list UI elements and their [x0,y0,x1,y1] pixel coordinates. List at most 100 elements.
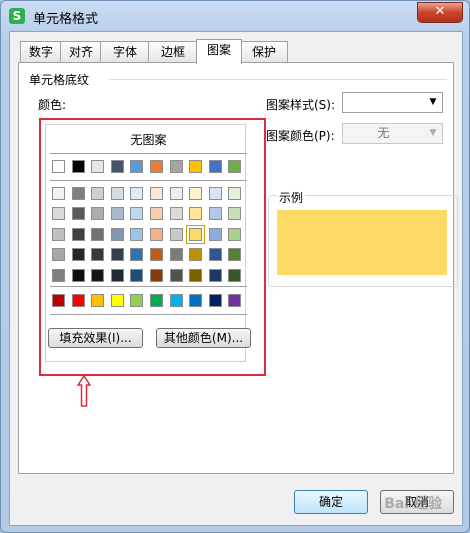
color-swatch[interactable] [72,207,85,220]
tab-number[interactable]: 数字 [20,41,62,63]
color-swatch[interactable] [91,228,104,241]
annotation-arrow-icon [77,375,91,407]
color-swatch[interactable] [150,294,163,307]
color-swatch[interactable] [130,228,143,241]
color-swatch[interactable] [150,248,163,261]
color-swatch[interactable] [186,225,205,244]
color-swatch[interactable] [52,160,65,173]
color-swatch[interactable] [111,269,124,282]
tab-font[interactable]: 字体 [100,41,150,63]
color-swatch[interactable] [72,160,85,173]
tab-protection[interactable]: 保护 [240,41,288,63]
fill-effects-button[interactable]: 填充效果(I)... [48,328,143,348]
color-swatch[interactable] [228,228,241,241]
color-palette: 无图案 填充效果(I)... 其他颜色(M)... [45,124,251,362]
color-swatch[interactable] [228,207,241,220]
color-swatch[interactable] [170,269,183,282]
color-swatch[interactable] [72,294,85,307]
color-swatch[interactable] [111,228,124,241]
wps-sheet-icon: S [9,8,25,24]
color-swatch[interactable] [111,160,124,173]
pattern-style-label: 图案样式(S): [266,98,336,112]
color-swatch[interactable] [150,228,163,241]
color-swatch[interactable] [228,160,241,173]
color-swatch[interactable] [130,269,143,282]
color-swatch[interactable] [91,187,104,200]
color-swatch[interactable] [111,187,124,200]
color-swatch[interactable] [72,248,85,261]
sample-label: 示例 [277,189,306,206]
tab-border[interactable]: 边框 [148,41,198,63]
color-swatch[interactable] [209,160,222,173]
color-swatch[interactable] [170,294,183,307]
palette-divider [50,153,247,154]
color-picker-highlight: 无图案 填充效果(I)... 其他颜色(M)... [39,118,266,376]
color-label: 颜色: [38,98,67,112]
color-swatch[interactable] [91,294,104,307]
color-swatch[interactable] [130,207,143,220]
color-swatch[interactable] [72,269,85,282]
color-swatch[interactable] [111,248,124,261]
no-pattern-option[interactable]: 无图案 [46,131,251,148]
color-swatch[interactable] [189,160,202,173]
color-swatch[interactable] [150,187,163,200]
color-swatch[interactable] [228,187,241,200]
color-swatch[interactable] [91,207,104,220]
color-swatch[interactable] [209,269,222,282]
color-swatch[interactable] [111,207,124,220]
pattern-style-dropdown[interactable]: ▼ [342,92,443,113]
color-swatch[interactable] [130,187,143,200]
color-swatch[interactable] [130,294,143,307]
color-swatch[interactable] [228,269,241,282]
color-swatch[interactable] [209,228,222,241]
patterns-panel: 单元格底纹 颜色: 无图案 填充效果(I)... 其他颜色(M)... 图案样式… [18,62,458,474]
color-swatch[interactable] [150,269,163,282]
close-button[interactable]: ✕ [417,2,463,23]
color-swatch[interactable] [170,228,183,241]
color-swatch[interactable] [91,269,104,282]
color-swatch[interactable] [189,187,202,200]
color-swatch[interactable] [52,269,65,282]
color-swatch[interactable] [189,294,202,307]
color-swatch[interactable] [130,248,143,261]
color-swatch[interactable] [91,248,104,261]
color-swatch[interactable] [72,228,85,241]
color-swatch[interactable] [189,207,202,220]
color-swatch[interactable] [228,294,241,307]
color-swatch[interactable] [209,187,222,200]
color-swatch[interactable] [189,248,202,261]
color-swatch[interactable] [209,207,222,220]
color-swatch[interactable] [52,207,65,220]
watermark: Bai 经验 [384,496,442,512]
color-swatch[interactable] [170,248,183,261]
more-colors-button[interactable]: 其他颜色(M)... [156,328,251,348]
color-swatch[interactable] [209,248,222,261]
palette-divider [50,286,247,287]
color-swatch[interactable] [111,294,124,307]
color-swatch[interactable] [228,248,241,261]
dialog-title: 单元格格式 [33,12,99,27]
color-swatch[interactable] [209,294,222,307]
color-swatch[interactable] [130,160,143,173]
color-swatch[interactable] [189,269,202,282]
color-swatch[interactable] [170,207,183,220]
color-swatch[interactable] [150,160,163,173]
format-cells-dialog: S 单元格格式 ✕ 数字 对齐 字体 边框 图案 保护 单元格底纹 颜色: 无图… [0,0,470,533]
tab-patterns[interactable]: 图案 [196,39,242,64]
color-swatch[interactable] [170,160,183,173]
color-swatch[interactable] [150,207,163,220]
color-swatch[interactable] [170,187,183,200]
group-divider [109,79,447,80]
color-swatch[interactable] [52,228,65,241]
color-swatch[interactable] [52,187,65,200]
chevron-down-icon: ▼ [429,97,437,107]
color-swatch[interactable] [52,248,65,261]
color-swatch[interactable] [91,160,104,173]
tab-alignment[interactable]: 对齐 [60,41,102,63]
color-swatch[interactable] [72,187,85,200]
ok-button[interactable]: 确定 [294,490,368,514]
color-swatch[interactable] [52,294,65,307]
title-bar[interactable]: S 单元格格式 ✕ [1,1,469,31]
shading-group-title: 单元格底纹 [29,73,90,87]
pattern-color-dropdown[interactable]: 无 ▼ [342,123,443,144]
